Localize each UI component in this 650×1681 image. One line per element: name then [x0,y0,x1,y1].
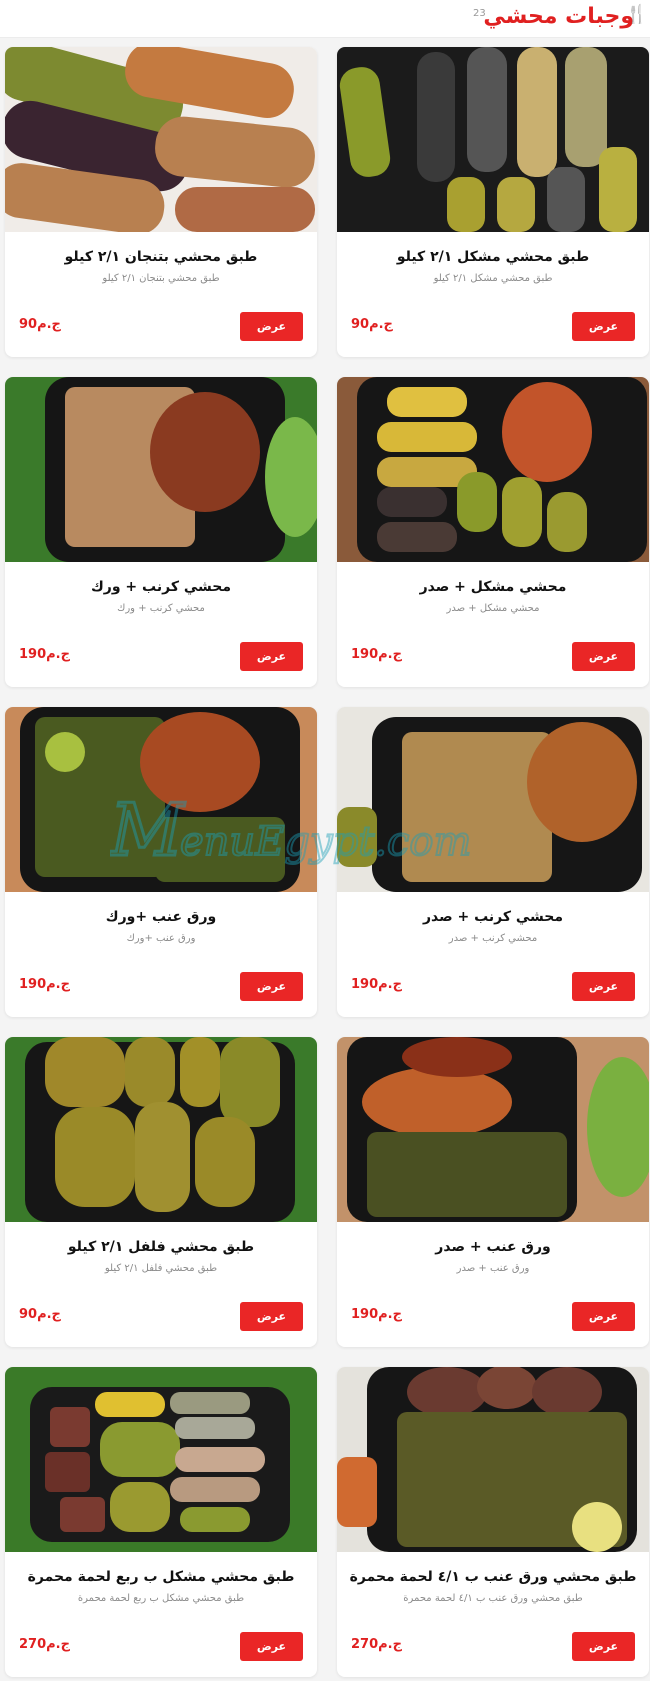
view-button[interactable]: عرض [572,312,635,341]
mixed-mahshi-roasted-meat-image [5,1367,317,1552]
item-description: طبق محشي مشكل ب ربع لحمة محمرة [77,1593,245,1604]
item-description: طبق محشي ورق عنب ب ٤/١ لحمة محمرة [403,1593,583,1604]
cabbage-mahshi-chicken-breast-image [337,707,649,892]
view-button[interactable]: عرض [240,1302,303,1331]
item-description: طبق محشي بتنجان ٢/١ كيلو [102,273,220,284]
item-description: ورق عنب +ورك [126,933,196,944]
view-button[interactable]: عرض [572,1632,635,1661]
category-title: وجبات محشي [483,4,634,29]
view-button[interactable]: عرض [572,1302,635,1331]
item-title: ورق عنب +ورك [105,909,217,925]
item-price: 90ج.م [19,1307,61,1322]
item-price: 90ج.م [351,317,393,332]
mixed-mahshi-chicken-breast-image [337,377,649,562]
item-title: طبق محشي فلفل ٢/١ كيلو [67,1239,255,1255]
menu-item-card[interactable]: طبق محشي فلفل ٢/١ كيلو طبق محشي فلفل ٢/١… [5,1037,317,1347]
item-price: 270ج.م [351,1637,402,1652]
item-price: 190ج.م [19,977,70,992]
menu-item-card[interactable]: ورق عنب +ورك ورق عنب +ورك 190ج.م عرض [5,707,317,1017]
vine-leaves-roasted-meat-image [337,1367,649,1552]
view-button[interactable]: عرض [240,1632,303,1661]
menu-item-card[interactable]: طبق محشي ورق عنب ب ٤/١ لحمة محمرة طبق مح… [337,1367,649,1677]
item-price: 190ج.م [351,1307,402,1322]
view-button[interactable]: عرض [572,642,635,671]
view-button[interactable]: عرض [240,642,303,671]
menu-item-card[interactable]: محشي مشكل + صدر محشي مشكل + صدر 190ج.م ع… [337,377,649,687]
fork-knife-icon: 🍴 [625,4,649,25]
cabbage-mahshi-chicken-leg-image [5,377,317,562]
menu-item-card[interactable]: ورق عنب + صدر ورق عنب + صدر 190ج.م عرض [337,1037,649,1347]
stuffed-eggplant-image [5,47,317,232]
item-description: ورق عنب + صدر [456,1263,530,1274]
view-button[interactable]: عرض [240,972,303,1001]
item-description: طبق محشي فلفل ٢/١ كيلو [104,1263,218,1274]
item-description: محشي مشكل + صدر [446,603,540,614]
item-price: 190ج.م [351,647,402,662]
item-price: 270ج.م [19,1637,70,1652]
view-button[interactable]: عرض [240,312,303,341]
item-description: محشي كرنب + ورك [117,603,205,614]
vine-leaves-chicken-leg-image [5,707,317,892]
vine-leaves-chicken-breast-image [337,1037,649,1222]
item-description: طبق محشي مشكل ٢/١ كيلو [433,273,553,284]
item-title: ورق عنب + صدر [435,1239,551,1255]
view-button[interactable]: عرض [572,972,635,1001]
item-title: محشي مشكل + صدر [419,579,567,595]
stuffed-peppers-image [5,1037,317,1222]
item-title: طبق محشي ورق عنب ب ٤/١ لحمة محمرة [349,1569,637,1585]
page-header: 23 وجبات محشي 🍴 [0,0,650,38]
item-title: طبق محشي مشكل ٢/١ كيلو [396,249,590,265]
item-price: 190ج.م [19,647,70,662]
item-title: محشي كرنب + صدر [422,909,564,925]
menu-item-card[interactable]: محشي كرنب + صدر محشي كرنب + صدر 190ج.م ع… [337,707,649,1017]
menu-item-card[interactable]: محشي كرنب + ورك محشي كرنب + ورك 190ج.م ع… [5,377,317,687]
item-price: 90ج.م [19,317,61,332]
menu-item-card[interactable]: طبق محشي بتنجان ٢/١ كيلو طبق محشي بتنجان… [5,47,317,357]
item-title: محشي كرنب + ورك [90,579,232,595]
item-title: طبق محشي مشكل ب ربع لحمة محمرة [27,1569,295,1585]
item-title: طبق محشي بتنجان ٢/١ كيلو [64,249,258,265]
item-description: محشي كرنب + صدر [448,933,538,944]
item-price: 190ج.م [351,977,402,992]
menu-item-card[interactable]: طبق محشي مشكل ٢/١ كيلو طبق محشي مشكل ٢/١… [337,47,649,357]
menu-item-card[interactable]: طبق محشي مشكل ب ربع لحمة محمرة طبق محشي … [5,1367,317,1677]
mixed-stuffed-vegetables-image [337,47,649,232]
